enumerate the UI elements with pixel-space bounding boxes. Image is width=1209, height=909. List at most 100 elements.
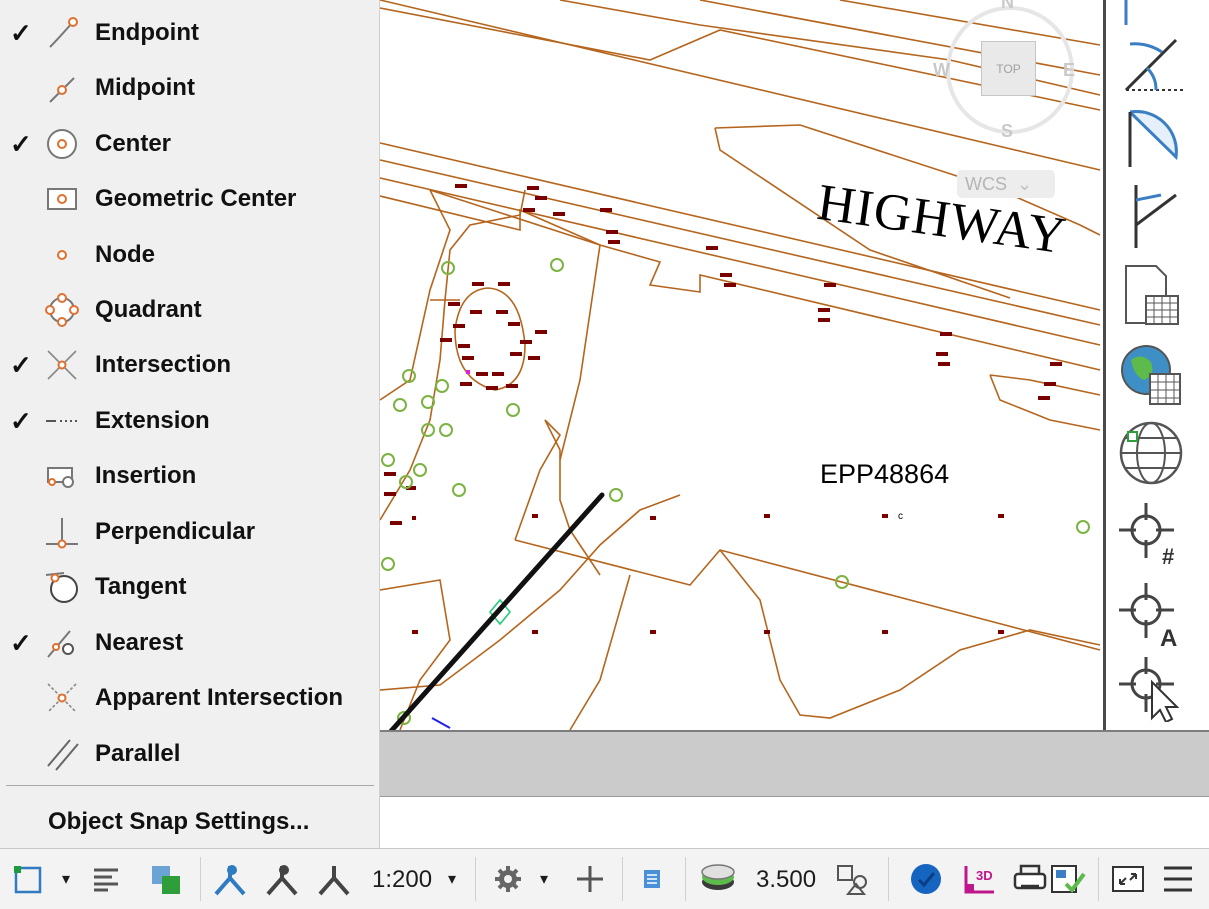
- small-label: c: [898, 511, 903, 522]
- menu-item-nearest[interactable]: ✓ Nearest: [0, 615, 380, 670]
- fullscreen-icon[interactable]: [1110, 862, 1146, 896]
- menu-label: Tangent: [95, 572, 187, 600]
- center-snap-icon: [47, 128, 77, 159]
- chevron-down-icon[interactable]: ▾: [540, 869, 548, 889]
- menu-label: Nearest: [95, 628, 184, 656]
- midpoint-snap-icon: [49, 76, 75, 103]
- quick-properties-icon[interactable]: [636, 862, 668, 896]
- viewcube-east[interactable]: E: [1063, 60, 1075, 81]
- transparency-icon[interactable]: [148, 862, 184, 896]
- parallel-snap-icon: [47, 738, 79, 771]
- status-separator: [622, 857, 623, 901]
- menu-label: Intersection: [95, 350, 232, 378]
- status-separator: [888, 857, 889, 901]
- node-snap-icon: [57, 249, 67, 260]
- gear-icon[interactable]: [490, 862, 526, 896]
- plot-icon[interactable]: [1012, 862, 1048, 896]
- menu-item-center[interactable]: ✓ Center: [0, 116, 380, 171]
- menu-label: Extension: [95, 406, 210, 434]
- svg-text:A: A: [1160, 625, 1177, 648]
- menu-item-parallel[interactable]: Parallel: [0, 726, 380, 781]
- radius-dimension-icon[interactable]: [1116, 180, 1186, 250]
- menu-item-geometric-center[interactable]: Geometric Center: [0, 171, 380, 226]
- extension-snap-icon: [46, 419, 80, 422]
- units-icon[interactable]: [834, 862, 874, 896]
- arc-dimension-icon[interactable]: [1116, 102, 1186, 172]
- chevron-down-icon[interactable]: ▾: [448, 869, 456, 889]
- apparent-intersection-snap-icon: [47, 682, 77, 713]
- chevron-down-icon: ⌄: [1017, 173, 1033, 194]
- menu-separator: [6, 785, 374, 786]
- lineweight-value[interactable]: 3.500: [756, 866, 816, 894]
- command-line[interactable]: [380, 796, 1209, 846]
- menu-item-node[interactable]: Node: [0, 227, 380, 282]
- auto-scale-icon[interactable]: [262, 862, 302, 896]
- menu-label: Object Snap Settings...: [48, 808, 310, 835]
- menu-label: Apparent Intersection: [95, 683, 344, 711]
- nearest-snap-icon: [47, 629, 74, 658]
- tangent-snap-icon: [45, 571, 78, 603]
- status-separator: [685, 857, 686, 901]
- globe-locate-icon[interactable]: [1116, 418, 1186, 488]
- snap-grid-icon[interactable]: #: [1116, 498, 1186, 568]
- menu-label: Insertion: [95, 461, 197, 489]
- parcel-label: EPP48864: [820, 459, 950, 489]
- geometric-center-snap-icon: [47, 187, 77, 210]
- endpoint-snap-icon: [49, 16, 78, 48]
- layout-tabs-bar[interactable]: [380, 730, 1209, 796]
- menu-item-tangent[interactable]: Tangent: [0, 559, 380, 614]
- intersection-snap-icon: [47, 349, 77, 380]
- check-icon: ✓: [10, 627, 32, 658]
- viewcube-north[interactable]: N: [1001, 0, 1014, 13]
- publish-check-icon[interactable]: [1048, 862, 1088, 896]
- isolate-layers-icon[interactable]: [698, 862, 738, 896]
- insertion-snap-icon: [47, 466, 74, 488]
- hamburger-menu-icon[interactable]: [1160, 862, 1196, 896]
- menu-item-extension[interactable]: ✓ Extension: [0, 393, 380, 448]
- snap-annotate-icon[interactable]: A: [1116, 578, 1186, 648]
- status-separator: [200, 857, 201, 901]
- quadrant-snap-icon: [45, 292, 79, 327]
- menu-label: Perpendicular: [95, 517, 256, 545]
- check-icon: ✓: [10, 128, 32, 159]
- model-space-icon[interactable]: [12, 862, 48, 896]
- annotation-visibility-icon[interactable]: [210, 862, 250, 896]
- viewcube-south[interactable]: S: [1001, 121, 1013, 142]
- status-separator: [475, 857, 476, 901]
- chevron-down-icon[interactable]: ▾: [62, 869, 70, 889]
- menu-item-intersection[interactable]: ✓ Intersection: [0, 337, 380, 392]
- menu-item-perpendicular[interactable]: Perpendicular: [0, 504, 380, 559]
- annotation-scale-icon[interactable]: [314, 862, 354, 896]
- status-separator: [1098, 857, 1099, 901]
- menu-item-quadrant[interactable]: Quadrant: [0, 282, 380, 337]
- snap-cursor-icon[interactable]: [1116, 652, 1186, 722]
- angular-dimension-icon[interactable]: [1116, 30, 1186, 100]
- table-icon[interactable]: [1116, 258, 1186, 328]
- 3d-view-icon[interactable]: 3D: [962, 862, 998, 896]
- hardware-acceleration-icon[interactable]: [906, 862, 946, 896]
- menu-item-midpoint[interactable]: Midpoint: [0, 60, 380, 115]
- annotation-scale-value[interactable]: 1:200: [372, 866, 432, 894]
- menu-label: Center: [95, 129, 172, 157]
- menu-label: Midpoint: [95, 73, 195, 101]
- plus-icon[interactable]: [572, 862, 608, 896]
- perpendicular-snap-icon: [46, 517, 78, 548]
- lineweight-icon[interactable]: [90, 862, 126, 896]
- geo-map-icon[interactable]: [1116, 340, 1186, 410]
- check-icon: ✓: [10, 349, 32, 380]
- check-icon: ✓: [10, 405, 32, 436]
- object-snap-menu: ✓ Endpoint Midpoint ✓ Center Geometric C…: [0, 0, 380, 848]
- menu-label: Geometric Center: [95, 184, 297, 212]
- viewcube-west[interactable]: W: [933, 60, 950, 81]
- menu-label: Parallel: [95, 739, 181, 767]
- wcs-label: WCS: [965, 173, 1007, 194]
- object-snap-settings-item[interactable]: Object Snap Settings...: [0, 796, 380, 848]
- menu-label: Endpoint: [95, 18, 199, 46]
- menu-item-apparent-intersection[interactable]: Apparent Intersection: [0, 670, 380, 725]
- tool-palette: # A: [1103, 0, 1209, 730]
- menu-item-endpoint[interactable]: ✓ Endpoint: [0, 5, 380, 60]
- menu-label: Quadrant: [95, 295, 202, 323]
- viewcube-top-face[interactable]: TOP: [981, 41, 1036, 96]
- menu-item-insertion[interactable]: Insertion: [0, 448, 380, 503]
- menu-label: Node: [95, 240, 155, 268]
